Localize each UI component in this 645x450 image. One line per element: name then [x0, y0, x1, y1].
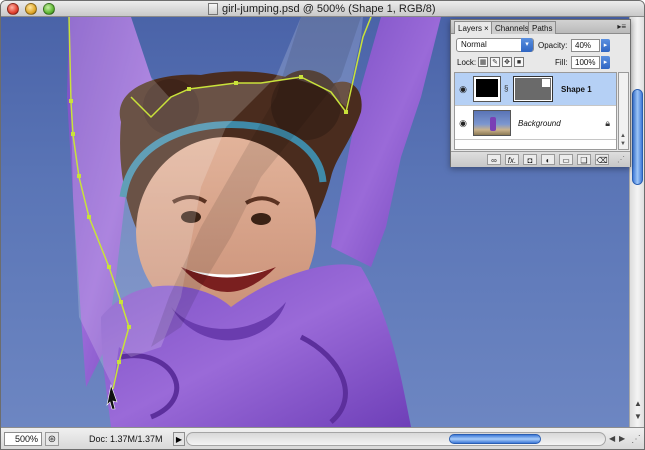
adjustment-layer-icon[interactable]: ◐ — [541, 154, 555, 165]
scroll-right-arrow[interactable]: ▶ — [619, 434, 625, 443]
scroll-up-arrow[interactable]: ▲ — [633, 399, 643, 408]
opacity-slider-arrow[interactable]: ▸ — [601, 39, 610, 52]
tab-layers[interactable]: Layers × — [454, 21, 493, 34]
fx-icon[interactable]: fx. — [505, 154, 519, 165]
window-resize-grip[interactable]: ⋰ — [631, 434, 641, 445]
layer-name[interactable]: Shape 1 — [561, 85, 592, 94]
layer-thumbnail[interactable] — [473, 110, 511, 136]
fill-label: Fill: — [555, 58, 568, 67]
close-window-button[interactable] — [7, 3, 19, 15]
blend-mode-select[interactable]: Normal ▾ — [456, 38, 534, 52]
vector-mask-thumbnail[interactable] — [513, 76, 553, 102]
fill-slider-arrow[interactable]: ▸ — [601, 56, 610, 69]
mask-corner — [542, 79, 550, 87]
lock-label: Lock: — [457, 58, 477, 67]
layers-list: ◉ § Shape 1 ◉ Background 🔒︎ — [454, 72, 617, 150]
close-icon[interactable]: × — [484, 24, 489, 33]
right-eye — [251, 213, 271, 225]
lock-icon: 🔒︎ — [605, 118, 610, 128]
vertical-scrollbar[interactable]: ▲ ▼ — [629, 17, 644, 427]
eye-icon[interactable]: ◉ — [457, 84, 469, 94]
horizontal-scrollbar[interactable] — [186, 432, 606, 446]
layer-row-background[interactable]: ◉ Background 🔒︎ — [455, 107, 616, 140]
status-bar: 500% ⊛ Doc: 1.37M/1.37M ▶ ◀ ▶ ⋰ — [1, 427, 644, 449]
vertical-scroll-thumb[interactable] — [632, 89, 643, 185]
opacity-label: Opacity: — [538, 41, 568, 50]
zoom-field[interactable]: 500% — [4, 432, 42, 446]
mask-icon[interactable]: ◘ — [523, 154, 537, 165]
preview-icon[interactable]: ⊛ — [45, 432, 59, 446]
window-title: girl-jumping.psd @ 500% (Shape 1, RGB/8) — [222, 3, 436, 15]
lock-all-icon[interactable]: ■ — [514, 57, 524, 67]
palette-menu-icon[interactable]: ▸≡ — [617, 22, 626, 31]
minimize-window-button[interactable] — [25, 3, 37, 15]
layer-name[interactable]: Background — [518, 119, 561, 128]
document-proxy-icon[interactable] — [208, 3, 218, 15]
lock-image-icon[interactable]: ✎ — [490, 57, 500, 67]
eye-icon[interactable]: ◉ — [457, 118, 469, 128]
layer-thumbnail[interactable] — [473, 76, 501, 102]
palette-bottom-bar: ∞ fx. ◘ ◐ ▭ ❑ ⌫ ⋰ — [451, 151, 630, 167]
tab-channels[interactable]: Channels — [491, 21, 533, 34]
palette-scrollbar[interactable]: ▲ ▼ — [618, 72, 629, 150]
blend-mode-value: Normal — [461, 40, 487, 49]
tab-channels-label: Channels — [495, 24, 529, 33]
scroll-up-arrow[interactable]: ▲ — [620, 133, 626, 139]
lock-transparency-icon[interactable]: ▦ — [478, 57, 488, 67]
layers-palette: Layers × Channels Paths ▸≡ Normal ▾ Opaci… — [450, 19, 631, 167]
document-size: Doc: 1.37M/1.37M — [89, 434, 163, 444]
chevron-down-icon[interactable]: ▾ — [521, 38, 533, 52]
folder-icon[interactable]: ▭ — [559, 154, 573, 165]
opacity-field[interactable]: 40% — [571, 39, 600, 52]
link-icon[interactable]: § — [504, 84, 508, 93]
photoshop-document-window: girl-jumping.psd @ 500% (Shape 1, RGB/8) — [0, 0, 645, 450]
scroll-left-arrow[interactable]: ◀ — [609, 434, 615, 443]
zoom-window-button[interactable] — [43, 3, 55, 15]
tab-layers-label: Layers — [458, 24, 483, 33]
title-bar[interactable]: girl-jumping.psd @ 500% (Shape 1, RGB/8) — [1, 1, 644, 17]
status-menu-arrow[interactable]: ▶ — [173, 432, 185, 446]
link-layers-icon[interactable]: ∞ — [487, 154, 501, 165]
fill-field[interactable]: 100% — [571, 56, 600, 69]
lock-position-icon[interactable]: ✥ — [502, 57, 512, 67]
scroll-down-arrow[interactable]: ▼ — [620, 141, 626, 147]
tab-paths-label: Paths — [532, 24, 553, 33]
palette-tab-bar: Layers × Channels Paths ▸≡ — [451, 20, 630, 34]
horizontal-scroll-thumb[interactable] — [449, 434, 541, 444]
tab-paths[interactable]: Paths — [528, 21, 557, 34]
scroll-down-arrow[interactable]: ▼ — [633, 412, 643, 421]
trash-icon[interactable]: ⌫ — [595, 154, 609, 165]
layer-row-shape-1[interactable]: ◉ § Shape 1 — [455, 73, 616, 106]
resize-grip-icon[interactable]: ⋰ — [617, 155, 625, 164]
new-layer-icon[interactable]: ❑ — [577, 154, 591, 165]
